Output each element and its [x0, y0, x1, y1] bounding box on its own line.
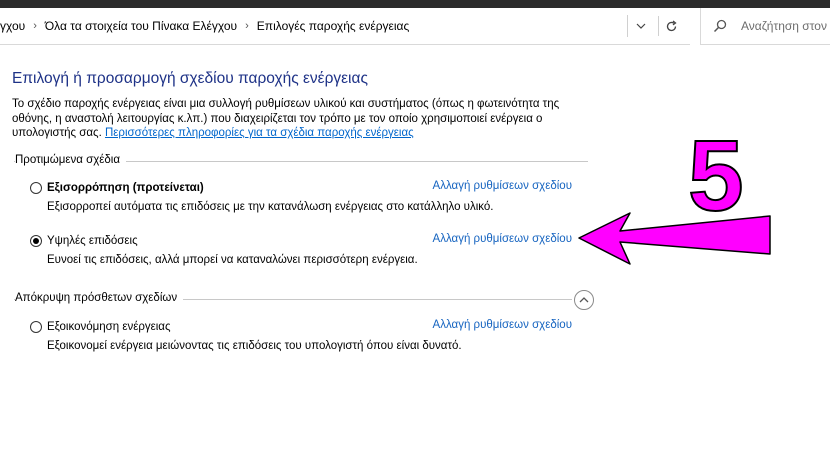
- page-description: Το σχέδιο παροχής ενέργειας είναι μια συ…: [12, 97, 602, 141]
- chevron-up-icon: [579, 297, 589, 303]
- breadcrumb-separator[interactable]: ›: [245, 20, 249, 32]
- collapse-hidden-plans-button[interactable]: [574, 290, 594, 310]
- breadcrumb: γχου › Όλα τα στοιχεία του Πίνακα Ελέγχο…: [0, 8, 409, 44]
- search-icon: [713, 18, 727, 34]
- window-top-strip: [0, 0, 830, 8]
- breadcrumb-item-control-panel-partial[interactable]: γχου: [0, 19, 25, 33]
- annotation-arrow-icon: [578, 212, 771, 265]
- change-plan-settings-link-balanced[interactable]: Αλλαγή ρυθμίσεων σχεδίου: [433, 180, 572, 192]
- radio-balanced[interactable]: [30, 182, 42, 194]
- page-title: Επιλογή ή προσαρμογή σχεδίου παροχής ενέ…: [12, 70, 368, 87]
- plan-power-saver: Εξοικονόμηση ενέργειας Αλλαγή ρυθμίσεων …: [30, 319, 590, 352]
- radio-power-saver[interactable]: [30, 321, 42, 333]
- breadcrumb-item-all-control-panel-items[interactable]: Όλα τα στοιχεία του Πίνακα Ελέγχου: [45, 19, 237, 33]
- plan-balanced: Εξισορρόπηση (προτείνεται) Αλλαγή ρυθμίσ…: [30, 180, 590, 213]
- more-info-link[interactable]: Περισσότερες πληροφορίες για τα σχέδια π…: [105, 127, 414, 139]
- plan-name-balanced[interactable]: Εξισορρόπηση (προτείνεται): [47, 182, 204, 194]
- change-plan-settings-link-power-saver[interactable]: Αλλαγή ρυθμίσεων σχεδίου: [433, 319, 572, 331]
- change-plan-settings-link-high-performance[interactable]: Αλλαγή ρυθμίσεων σχεδίου: [433, 233, 572, 245]
- address-divider: [627, 15, 628, 37]
- breadcrumb-item-power-options[interactable]: Επιλογές παροχής ενέργειας: [257, 19, 409, 33]
- chevron-down-icon: [636, 23, 646, 29]
- plan-name-power-saver[interactable]: Εξοικονόμηση ενέργειας: [47, 321, 171, 333]
- address-dropdown-button[interactable]: [631, 16, 651, 36]
- breadcrumb-separator[interactable]: ›: [33, 20, 37, 32]
- plan-description-balanced: Εξισορροπεί αυτόματα τις επιδόσεις με τη…: [47, 201, 494, 213]
- refresh-icon: [666, 19, 677, 31]
- plan-high-performance: Υψηλές επιδόσεις Αλλαγή ρυθμίσεων σχεδίο…: [30, 233, 590, 266]
- search-box[interactable]: [700, 8, 830, 45]
- search-input[interactable]: [741, 19, 830, 33]
- address-bar[interactable]: γχου › Όλα τα στοιχεία του Πίνακα Ελέγχο…: [0, 8, 690, 45]
- plan-name-high-performance[interactable]: Υψηλές επιδόσεις: [47, 235, 138, 247]
- refresh-button[interactable]: [658, 16, 684, 36]
- plan-description-power-saver: Εξοικονομεί ενέργεια μειώνοντας τις επιδ…: [47, 340, 462, 352]
- preferred-plans-label: Προτιμώμενα σχέδια: [15, 154, 126, 166]
- plan-description-high-performance: Ευνοεί τις επιδόσεις, αλλά μπορεί να κατ…: [47, 254, 418, 266]
- radio-high-performance[interactable]: [30, 235, 42, 247]
- hidden-plans-label: Απόκρυψη πρόσθετων σχεδίων: [15, 292, 184, 304]
